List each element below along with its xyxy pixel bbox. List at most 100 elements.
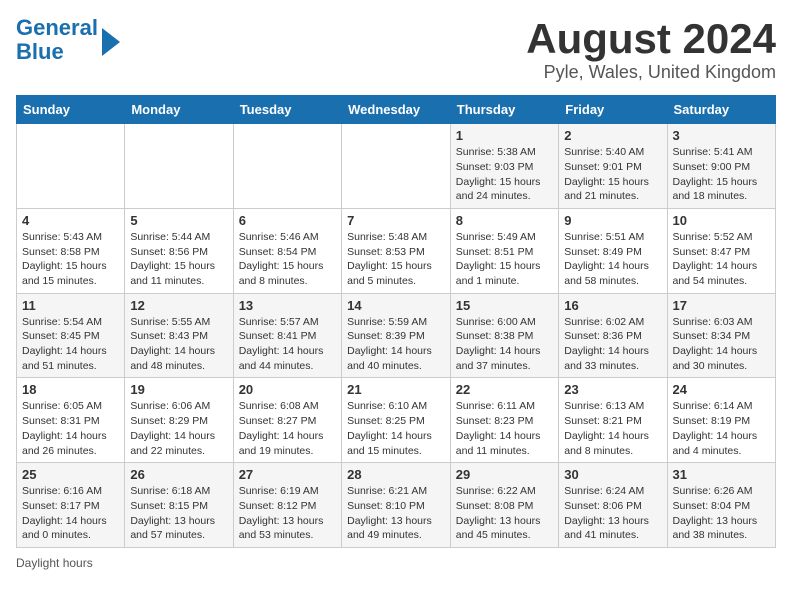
day-number: 11 xyxy=(22,298,119,313)
calendar-cell: 15 Sunrise: 6:00 AM Sunset: 8:38 PM Dayli… xyxy=(450,293,558,378)
day-info: Sunrise: 6:21 AM Sunset: 8:10 PM Dayligh… xyxy=(347,484,445,543)
calendar-cell: 13 Sunrise: 5:57 AM Sunset: 8:41 PM Dayli… xyxy=(233,293,341,378)
day-number: 27 xyxy=(239,467,336,482)
calendar-day-header: Monday xyxy=(125,96,233,124)
day-info: Sunrise: 5:59 AM Sunset: 8:39 PM Dayligh… xyxy=(347,315,445,374)
logo-text: General Blue xyxy=(16,16,98,64)
calendar-table: SundayMondayTuesdayWednesdayThursdayFrid… xyxy=(16,95,776,548)
day-number: 6 xyxy=(239,213,336,228)
day-number: 14 xyxy=(347,298,445,313)
calendar-cell xyxy=(233,124,341,209)
calendar-body: 1 Sunrise: 5:38 AM Sunset: 9:03 PM Daylig… xyxy=(17,124,776,548)
calendar-cell: 9Sunrise: 5:51 AM Sunset: 8:49 PM Daylig… xyxy=(559,208,667,293)
day-info: Sunrise: 5:40 AM Sunset: 9:01 PM Dayligh… xyxy=(564,145,661,204)
day-number: 17 xyxy=(673,298,771,313)
calendar-cell: 16Sunrise: 6:02 AM Sunset: 8:36 PM Dayli… xyxy=(559,293,667,378)
calendar-cell: 27 Sunrise: 6:19 AM Sunset: 8:12 PM Dayli… xyxy=(233,463,341,548)
footer: Daylight hours xyxy=(16,556,776,570)
day-info: Sunrise: 6:03 AM Sunset: 8:34 PM Dayligh… xyxy=(673,315,771,374)
calendar-cell: 30Sunrise: 6:24 AM Sunset: 8:06 PM Dayli… xyxy=(559,463,667,548)
day-number: 20 xyxy=(239,382,336,397)
day-info: Sunrise: 6:22 AM Sunset: 8:08 PM Dayligh… xyxy=(456,484,553,543)
calendar-cell: 12 Sunrise: 5:55 AM Sunset: 8:43 PM Dayli… xyxy=(125,293,233,378)
day-info: Sunrise: 6:13 AM Sunset: 8:21 PM Dayligh… xyxy=(564,399,661,458)
day-number: 30 xyxy=(564,467,661,482)
day-info: Sunrise: 6:02 AM Sunset: 8:36 PM Dayligh… xyxy=(564,315,661,374)
day-info: Sunrise: 5:54 AM Sunset: 8:45 PM Dayligh… xyxy=(22,315,119,374)
day-info: Sunrise: 5:52 AM Sunset: 8:47 PM Dayligh… xyxy=(673,230,771,289)
day-info: Sunrise: 6:26 AM Sunset: 8:04 PM Dayligh… xyxy=(673,484,771,543)
day-number: 3 xyxy=(673,128,771,143)
calendar-day-header: Saturday xyxy=(667,96,776,124)
day-info: Sunrise: 6:08 AM Sunset: 8:27 PM Dayligh… xyxy=(239,399,336,458)
calendar-cell: 5 Sunrise: 5:44 AM Sunset: 8:56 PM Daylig… xyxy=(125,208,233,293)
calendar-cell: 24 Sunrise: 6:14 AM Sunset: 8:19 PM Dayli… xyxy=(667,378,776,463)
logo-arrow-icon xyxy=(102,28,120,56)
day-number: 7 xyxy=(347,213,445,228)
calendar-cell xyxy=(17,124,125,209)
calendar-cell: 17 Sunrise: 6:03 AM Sunset: 8:34 PM Dayli… xyxy=(667,293,776,378)
day-info: Sunrise: 6:18 AM Sunset: 8:15 PM Dayligh… xyxy=(130,484,227,543)
calendar-week-row: 1 Sunrise: 5:38 AM Sunset: 9:03 PM Daylig… xyxy=(17,124,776,209)
day-info: Sunrise: 6:19 AM Sunset: 8:12 PM Dayligh… xyxy=(239,484,336,543)
day-info: Sunrise: 5:43 AM Sunset: 8:58 PM Dayligh… xyxy=(22,230,119,289)
calendar-week-row: 11 Sunrise: 5:54 AM Sunset: 8:45 PM Dayli… xyxy=(17,293,776,378)
day-number: 12 xyxy=(130,298,227,313)
day-number: 13 xyxy=(239,298,336,313)
day-number: 26 xyxy=(130,467,227,482)
calendar-cell: 14 Sunrise: 5:59 AM Sunset: 8:39 PM Dayli… xyxy=(342,293,451,378)
day-info: Sunrise: 6:10 AM Sunset: 8:25 PM Dayligh… xyxy=(347,399,445,458)
day-info: Sunrise: 6:05 AM Sunset: 8:31 PM Dayligh… xyxy=(22,399,119,458)
calendar-cell: 2 Sunrise: 5:40 AM Sunset: 9:01 PM Daylig… xyxy=(559,124,667,209)
day-number: 24 xyxy=(673,382,771,397)
day-info: Sunrise: 5:49 AM Sunset: 8:51 PM Dayligh… xyxy=(456,230,553,289)
day-number: 4 xyxy=(22,213,119,228)
sub-title: Pyle, Wales, United Kingdom xyxy=(526,62,776,83)
day-number: 10 xyxy=(673,213,771,228)
calendar-day-header: Tuesday xyxy=(233,96,341,124)
day-number: 2 xyxy=(564,128,661,143)
calendar-cell: 21Sunrise: 6:10 AM Sunset: 8:25 PM Dayli… xyxy=(342,378,451,463)
day-number: 23 xyxy=(564,382,661,397)
calendar-day-header: Wednesday xyxy=(342,96,451,124)
calendar-cell: 22 Sunrise: 6:11 AM Sunset: 8:23 PM Dayli… xyxy=(450,378,558,463)
calendar-cell: 31Sunrise: 6:26 AM Sunset: 8:04 PM Dayli… xyxy=(667,463,776,548)
day-info: Sunrise: 6:14 AM Sunset: 8:19 PM Dayligh… xyxy=(673,399,771,458)
calendar-cell: 19Sunrise: 6:06 AM Sunset: 8:29 PM Dayli… xyxy=(125,378,233,463)
day-info: Sunrise: 5:41 AM Sunset: 9:00 PM Dayligh… xyxy=(673,145,771,204)
day-number: 29 xyxy=(456,467,553,482)
main-title: August 2024 xyxy=(526,16,776,62)
day-info: Sunrise: 5:38 AM Sunset: 9:03 PM Dayligh… xyxy=(456,145,553,204)
day-number: 25 xyxy=(22,467,119,482)
day-info: Sunrise: 5:57 AM Sunset: 8:41 PM Dayligh… xyxy=(239,315,336,374)
calendar-day-header: Sunday xyxy=(17,96,125,124)
day-info: Sunrise: 5:55 AM Sunset: 8:43 PM Dayligh… xyxy=(130,315,227,374)
day-info: Sunrise: 5:48 AM Sunset: 8:53 PM Dayligh… xyxy=(347,230,445,289)
day-info: Sunrise: 6:11 AM Sunset: 8:23 PM Dayligh… xyxy=(456,399,553,458)
page-header: General Blue August 2024 Pyle, Wales, Un… xyxy=(16,16,776,83)
logo-blue: Blue xyxy=(16,39,64,64)
day-number: 22 xyxy=(456,382,553,397)
day-number: 28 xyxy=(347,467,445,482)
footer-text: Daylight hours xyxy=(16,556,93,570)
calendar-week-row: 4 Sunrise: 5:43 AM Sunset: 8:58 PM Daylig… xyxy=(17,208,776,293)
logo-general: General xyxy=(16,15,98,40)
day-number: 5 xyxy=(130,213,227,228)
day-number: 1 xyxy=(456,128,553,143)
calendar-cell: 10 Sunrise: 5:52 AM Sunset: 8:47 PM Dayli… xyxy=(667,208,776,293)
calendar-day-header: Friday xyxy=(559,96,667,124)
calendar-cell: 28 Sunrise: 6:21 AM Sunset: 8:10 PM Dayli… xyxy=(342,463,451,548)
calendar-week-row: 18Sunrise: 6:05 AM Sunset: 8:31 PM Dayli… xyxy=(17,378,776,463)
day-info: Sunrise: 5:44 AM Sunset: 8:56 PM Dayligh… xyxy=(130,230,227,289)
day-info: Sunrise: 6:00 AM Sunset: 8:38 PM Dayligh… xyxy=(456,315,553,374)
logo: General Blue xyxy=(16,16,120,64)
calendar-cell: 18Sunrise: 6:05 AM Sunset: 8:31 PM Dayli… xyxy=(17,378,125,463)
calendar-cell: 26 Sunrise: 6:18 AM Sunset: 8:15 PM Dayli… xyxy=(125,463,233,548)
calendar-cell: 25 Sunrise: 6:16 AM Sunset: 8:17 PM Dayli… xyxy=(17,463,125,548)
calendar-cell: 11 Sunrise: 5:54 AM Sunset: 8:45 PM Dayli… xyxy=(17,293,125,378)
calendar-cell xyxy=(125,124,233,209)
day-number: 15 xyxy=(456,298,553,313)
calendar-cell: 4 Sunrise: 5:43 AM Sunset: 8:58 PM Daylig… xyxy=(17,208,125,293)
day-info: Sunrise: 6:16 AM Sunset: 8:17 PM Dayligh… xyxy=(22,484,119,543)
day-info: Sunrise: 5:51 AM Sunset: 8:49 PM Dayligh… xyxy=(564,230,661,289)
